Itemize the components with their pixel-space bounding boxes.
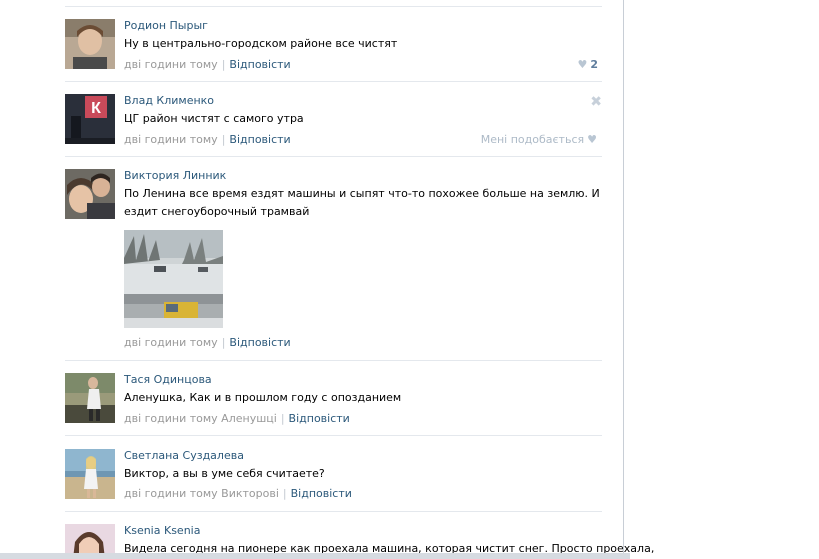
meta-divider: |	[221, 133, 226, 146]
meta-divider: |	[221, 58, 226, 71]
comment-separator	[65, 435, 602, 436]
comment-meta: дві години тому Викторові | Відповісти	[124, 487, 352, 500]
reply-link[interactable]: Відповісти	[229, 336, 290, 349]
like-label: Мені подобається	[480, 133, 585, 146]
comment-text: Виктор, а вы в уме себя считаете?	[124, 467, 325, 480]
author-name[interactable]: Ksenia Ksenia	[124, 524, 200, 537]
meta-divider: |	[221, 336, 226, 349]
reply-link[interactable]: Відповісти	[229, 133, 290, 146]
top-separator	[65, 6, 602, 7]
attached-photo[interactable]	[124, 230, 223, 328]
like-count: 2	[590, 58, 598, 71]
comment-time[interactable]: дві години тому Аленушці	[124, 412, 277, 425]
comment-separator	[65, 156, 602, 157]
comment-meta: дві години тому | Відповісти	[124, 58, 291, 71]
reply-link[interactable]: Відповісти	[289, 412, 350, 425]
comment-text: По Ленина все время ездят машины и сыпят…	[124, 187, 600, 218]
author-name[interactable]: Светлана Суздалева	[124, 449, 244, 462]
comment-meta: дві години тому | Відповісти	[124, 133, 291, 146]
author-name[interactable]: Виктория Линник	[124, 169, 226, 182]
like-counter[interactable]: ♥ 2	[577, 58, 598, 71]
comment-time[interactable]: дві години тому	[124, 133, 218, 146]
comment-time[interactable]: дві години тому Викторові	[124, 487, 279, 500]
svg-text:К: К	[91, 100, 101, 117]
horizontal-scrollbar[interactable]	[0, 553, 630, 559]
author-name[interactable]: Влад Клименко	[124, 94, 214, 107]
avatar[interactable]	[65, 19, 115, 69]
author-name[interactable]: Родион Пырыг	[124, 19, 208, 32]
meta-divider: |	[280, 412, 285, 425]
like-button[interactable]: Мені подобається ♥	[481, 133, 597, 146]
comment-meta: дві години тому | Відповісти	[124, 336, 291, 349]
heart-icon: ♥	[577, 58, 588, 71]
comment-text: ЦГ район чистят с самого утра	[124, 112, 304, 125]
avatar[interactable]	[65, 169, 115, 219]
reply-link[interactable]: Відповісти	[229, 58, 290, 71]
comment-time[interactable]: дві години тому	[124, 336, 218, 349]
avatar[interactable]	[65, 373, 115, 423]
avatar[interactable]	[65, 449, 115, 499]
content-border	[623, 0, 624, 559]
author-name[interactable]: Тася Одинцова	[124, 373, 212, 386]
comment-separator	[65, 511, 602, 512]
avatar[interactable]: К	[65, 94, 115, 144]
comment-separator	[65, 81, 602, 82]
comment-text: Аленушка, Как и в прошлом году с опоздан…	[124, 391, 402, 404]
heart-icon: ♥	[587, 133, 597, 146]
comment-separator	[65, 360, 602, 361]
comment-time[interactable]: дві години тому	[124, 58, 218, 71]
meta-divider: |	[282, 487, 287, 500]
comment-text: Ну в центрально-городском районе все чис…	[124, 37, 398, 50]
reply-link[interactable]: Відповісти	[291, 487, 352, 500]
comment-meta: дві години тому Аленушці | Відповісти	[124, 412, 350, 425]
close-icon[interactable]: ✖	[590, 94, 602, 110]
